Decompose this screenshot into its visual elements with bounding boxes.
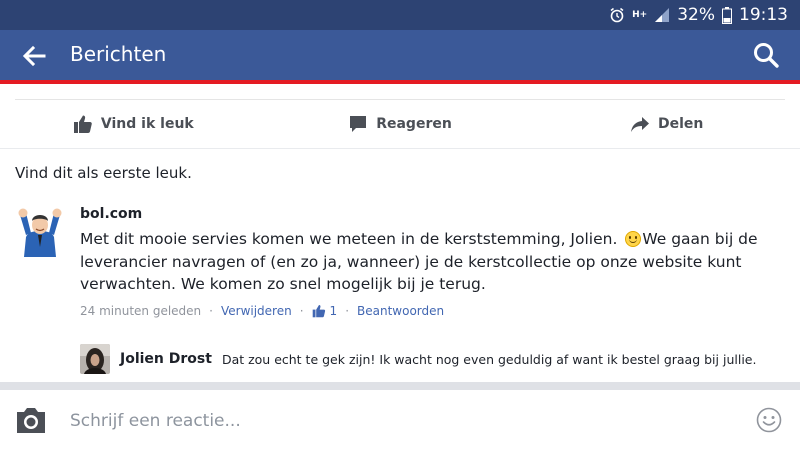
likes-summary[interactable]: Vind dit als eerste leuk. [15,164,192,182]
like-count: 1 [329,304,338,318]
thumbs-up-icon [73,115,92,133]
search-icon[interactable] [752,41,780,69]
user-avatar[interactable] [80,344,110,374]
reply: Jolien Drost Dat zou echt te gek zijn! I… [80,342,756,376]
accent-line [0,80,800,84]
camera-icon[interactable] [14,404,48,436]
comment-like-count[interactable]: 1 [312,304,338,318]
post-actions: Vind ik leuk Reageren Delen [0,100,800,148]
smiley-emoji-icon [625,231,642,247]
alarm-icon [610,7,624,23]
comment-button-label: Reageren [376,116,452,132]
app-bar: Berichten [0,30,800,80]
status-bar: H+ 32% 19:13 [0,0,800,30]
reply-link[interactable]: Beantwoorden [357,304,444,318]
page-title: Berichten [70,42,167,66]
speech-bubble-icon [350,116,367,132]
separator-dot: · [299,304,304,318]
divider [0,382,800,390]
share-button-label: Delen [657,116,704,132]
separator-dot: · [209,304,213,318]
battery-icon [722,6,732,24]
back-arrow-icon[interactable] [20,42,48,70]
reply-text: Dat zou echt te gek zijn! Ik wacht nog e… [221,351,757,367]
comment-composer [0,390,800,450]
divider [0,148,800,149]
comment-text-part: Met dit mooie servies komen we meteen in… [80,230,618,248]
thumbs-up-icon [312,305,325,318]
share-button[interactable]: Delen [533,114,800,134]
bolcom-avatar[interactable] [14,207,66,257]
like-button-label: Vind ik leuk [100,116,194,132]
clock: 19:13 [739,5,788,25]
comment-timestamp: 24 minuten geleden [80,304,202,318]
comment-meta: 24 minuten geleden · Verwijderen · 1 · B… [80,304,444,318]
separator-dot: · [345,304,350,318]
comment: bol.com Met dit mooie servies komen we m… [80,206,780,296]
battery-percent: 32% [677,5,715,25]
comment-button[interactable]: Reageren [267,114,534,134]
delete-link[interactable]: Verwijderen [221,304,292,318]
network-type-label: H+ [632,9,648,20]
emoji-icon[interactable] [756,407,782,433]
reply-author[interactable]: Jolien Drost [120,351,212,367]
comment-input[interactable] [68,406,732,436]
status-icons: H+ 32% 19:13 [609,0,788,30]
share-arrow-icon [630,117,649,132]
comment-text: Met dit mooie servies komen we meteen in… [80,228,780,296]
comment-author[interactable]: bol.com [80,206,780,222]
like-button[interactable]: Vind ik leuk [0,114,267,134]
signal-icon [655,8,670,22]
